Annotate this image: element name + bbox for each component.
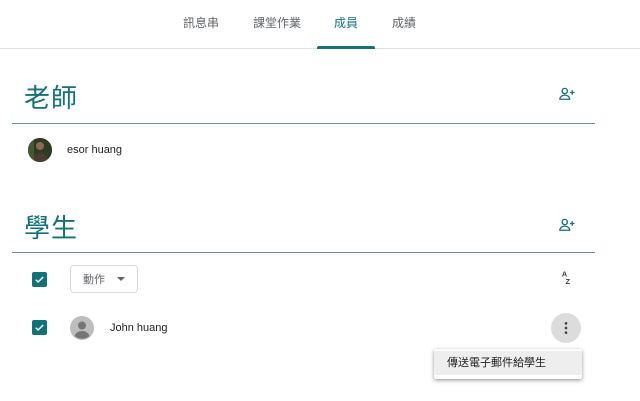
tab-people[interactable]: 成員 xyxy=(317,0,375,49)
more-vert-icon xyxy=(564,322,568,334)
teachers-divider xyxy=(12,123,595,124)
active-tab-indicator xyxy=(317,46,375,49)
invite-student-button[interactable] xyxy=(552,210,582,240)
student-row-checkbox[interactable] xyxy=(32,320,47,335)
tab-stream-label: 訊息串 xyxy=(182,16,219,30)
check-icon xyxy=(35,276,44,284)
select-all-checkbox[interactable] xyxy=(32,272,47,287)
top-nav: 訊息串 課堂作業 成員 成績 xyxy=(0,0,640,49)
check-icon xyxy=(35,324,44,332)
account-circle-icon xyxy=(70,316,94,340)
tab-people-label: 成員 xyxy=(333,16,358,30)
actions-label: 動作 xyxy=(83,274,105,286)
tab-classwork-label: 課堂作業 xyxy=(252,16,301,30)
teacher-avatar xyxy=(28,138,52,162)
tab-grades[interactable]: 成績 xyxy=(384,0,424,49)
email-student-menu-item[interactable]: 傳送電子郵件給學生 xyxy=(434,351,582,375)
students-heading: 學生 xyxy=(24,213,79,243)
students-divider xyxy=(12,252,595,253)
invite-teacher-button[interactable] xyxy=(552,79,582,109)
student-name[interactable]: John huang xyxy=(110,322,168,334)
tab-stream[interactable]: 訊息串 xyxy=(176,0,226,49)
student-more-button[interactable] xyxy=(551,313,581,343)
caret-down-icon xyxy=(117,277,125,281)
student-context-menu: 傳送電子郵件給學生 xyxy=(434,349,582,379)
teacher-name[interactable]: esor huang xyxy=(67,144,122,156)
tab-classwork[interactable]: 課堂作業 xyxy=(248,0,306,49)
person-add-icon xyxy=(559,218,575,231)
teachers-heading: 老師 xyxy=(24,83,79,113)
sort-az-icon: A Z xyxy=(562,269,571,286)
svg-text:Z: Z xyxy=(566,277,571,286)
tab-grades-label: 成績 xyxy=(391,16,416,30)
person-add-icon xyxy=(559,87,575,100)
actions-dropdown[interactable]: 動作 xyxy=(70,265,138,293)
sort-button[interactable]: A Z xyxy=(552,262,582,292)
